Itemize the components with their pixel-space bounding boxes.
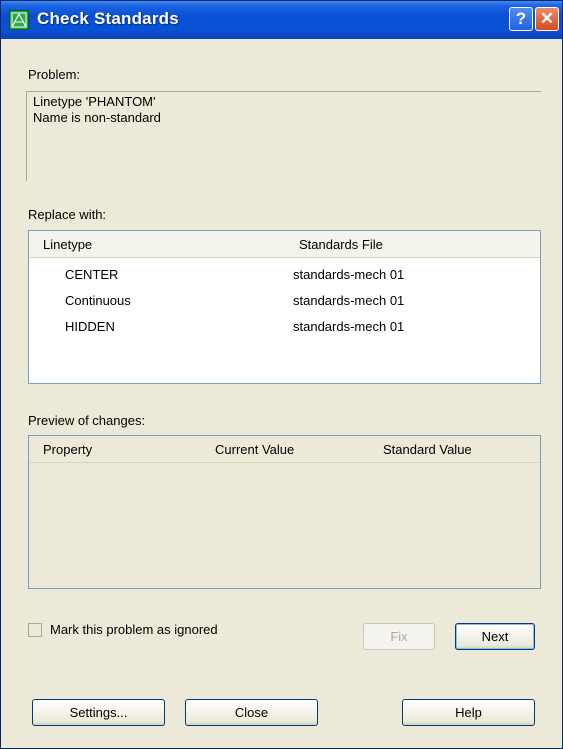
linetype-name: Continuous bbox=[65, 293, 131, 308]
ignore-checkbox[interactable] bbox=[28, 623, 42, 637]
problem-line-2: Name is non-standard bbox=[33, 110, 161, 125]
app-icon bbox=[9, 10, 29, 30]
standards-file: standards-mech 01 bbox=[293, 293, 405, 308]
linetype-name: HIDDEN bbox=[65, 319, 115, 334]
preview-label: Preview of changes: bbox=[28, 413, 146, 428]
next-button[interactable]: Next bbox=[455, 623, 535, 650]
close-title-button[interactable]: ✕ bbox=[535, 7, 559, 31]
preview-list[interactable]: Property Current Value Standard Value bbox=[28, 435, 541, 589]
window-title: Check Standards bbox=[37, 9, 179, 28]
problem-line-1: Linetype 'PHANTOM' bbox=[33, 94, 156, 109]
column-header-standards-file[interactable]: Standards File bbox=[299, 237, 383, 252]
title-bar[interactable]: Check Standards ? ✕ bbox=[1, 1, 562, 39]
fix-button[interactable]: Fix bbox=[363, 623, 435, 650]
settings-button[interactable]: Settings... bbox=[32, 699, 165, 726]
column-header-current-value[interactable]: Current Value bbox=[215, 442, 294, 457]
help-title-button[interactable]: ? bbox=[509, 7, 533, 31]
replace-list[interactable]: Linetype Standards File CENTER standards… bbox=[28, 230, 541, 384]
linetype-name: CENTER bbox=[65, 267, 119, 282]
replace-with-label: Replace with: bbox=[28, 207, 107, 222]
check-standards-dialog: Check Standards ? ✕ Problem: Linetype 'P… bbox=[0, 0, 563, 749]
close-button[interactable]: Close bbox=[185, 699, 318, 726]
ignore-label[interactable]: Mark this problem as ignored bbox=[50, 622, 218, 637]
preview-list-header: Property Current Value Standard Value bbox=[29, 436, 540, 463]
column-header-linetype[interactable]: Linetype bbox=[43, 237, 92, 252]
replace-list-header: Linetype Standards File bbox=[29, 231, 540, 258]
help-button[interactable]: Help bbox=[402, 699, 535, 726]
problem-description: Linetype 'PHANTOM' Name is non-standard bbox=[26, 91, 541, 181]
column-header-property[interactable]: Property bbox=[43, 442, 92, 457]
standards-file: standards-mech 01 bbox=[293, 267, 405, 282]
problem-label: Problem: bbox=[28, 67, 81, 82]
column-header-standard-value[interactable]: Standard Value bbox=[383, 442, 472, 457]
standards-file: standards-mech 01 bbox=[293, 319, 405, 334]
